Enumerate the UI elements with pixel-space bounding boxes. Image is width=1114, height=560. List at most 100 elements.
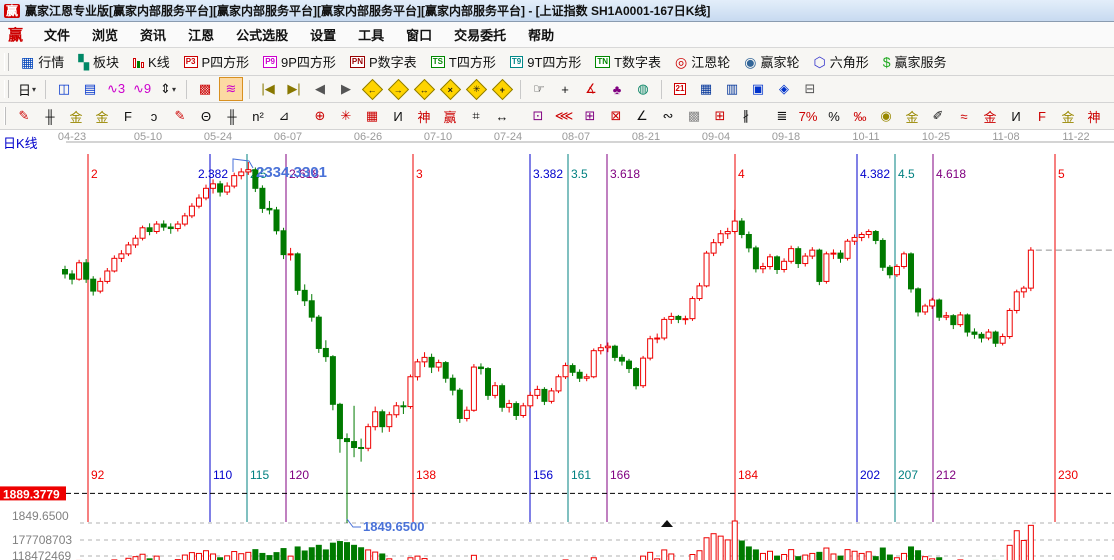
tool-wave-red[interactable]: ≈ [952, 104, 976, 128]
tool-permille[interactable]: ‰ [848, 104, 872, 128]
tool-expand-horizontal[interactable]: ↔ [412, 77, 436, 101]
tool-angle-2[interactable]: ∠ [630, 104, 654, 128]
tool-shen-ruler[interactable]: 神 [412, 104, 436, 128]
tool-dot-grid[interactable]: ▩ [682, 104, 706, 128]
tool-red-grid[interactable]: ⊞ [708, 104, 732, 128]
tool-trend-chart[interactable]: ◫ [52, 77, 76, 101]
tool-gold-ruler[interactable]: 金 [64, 104, 88, 128]
tool-n-line[interactable]: И [1004, 104, 1028, 128]
tool-9p-square[interactable]: P99P四方形 [256, 50, 343, 73]
tool-pattern-box[interactable]: ▩ [193, 77, 217, 101]
tool-pan-left[interactable]: ← [360, 77, 384, 101]
menu-item-help[interactable]: 帮助 [517, 23, 565, 46]
box-tool-icon: ⊡ [533, 108, 544, 124]
tool-pen[interactable]: ✎ [12, 104, 36, 128]
tool-ruler[interactable]: ╫ [38, 104, 62, 128]
candle-body [316, 317, 321, 348]
tool-wave-tool[interactable]: ∾ [656, 104, 680, 128]
tool-winner-wheel[interactable]: ◉赢家轮 [737, 50, 806, 73]
tool-crosshair[interactable]: + [553, 77, 577, 101]
kline-chart-canvas[interactable]: 04-2305-1005-2406-0706-2607-1007-2408-07… [0, 130, 1114, 560]
tool-t-square[interactable]: TST四方形 [424, 50, 503, 73]
tool-ying-line[interactable]: 赢 [1108, 104, 1114, 128]
tool-angle-measure[interactable]: ∡ [579, 77, 603, 101]
tool-percent[interactable]: % [822, 104, 846, 128]
tool-spiral[interactable]: ↄ [142, 104, 166, 128]
tool-ruler-2[interactable]: ╫ [220, 104, 244, 128]
menu-item-file[interactable]: 文件 [33, 23, 81, 46]
tool-sectors[interactable]: ▚板块 [71, 50, 126, 73]
tool-angle-tool[interactable]: ⊿ [272, 104, 296, 128]
tool-p-square[interactable]: P3P四方形 [177, 50, 256, 73]
tool-vertical-tool[interactable]: ⇕▾ [156, 77, 180, 101]
tool-fit-screen[interactable]: + [490, 77, 514, 101]
tool-hexagon[interactable]: ⬡六角形 [806, 50, 875, 73]
tool-save[interactable]: ▣ [746, 77, 770, 101]
tool-calendar[interactable]: 21 [668, 77, 692, 101]
menu-item-tools[interactable]: 工具 [347, 23, 395, 46]
tool-kline[interactable]: K线 [126, 50, 177, 73]
menu-item-formula-stock-pick[interactable]: 公式选股 [225, 23, 299, 46]
tool-n-square[interactable]: n² [246, 104, 270, 128]
tool-t-number-table[interactable]: TNT数字表 [588, 50, 668, 73]
menu-item-browse[interactable]: 浏览 [81, 23, 129, 46]
tool-clover-tool[interactable]: ♣ [605, 77, 629, 101]
tool-expand-all[interactable]: ✳ [464, 77, 488, 101]
tool-circle-cross[interactable]: ⊕ [308, 104, 332, 128]
title-bar[interactable]: 赢 赢家江恩专业版[赢家内部服务平台][赢家内部服务平台][赢家内部服务平台][… [0, 0, 1114, 22]
tool-jump-first[interactable]: |◀ [256, 77, 280, 101]
tool-box-tool[interactable]: ⊡ [526, 104, 550, 128]
tool-gold-red[interactable]: 金 [978, 104, 1002, 128]
menu-item-gann[interactable]: 江恩 [177, 23, 225, 46]
tool-knot-tool[interactable]: ◍ [631, 77, 655, 101]
tool-calculator[interactable]: ▦ [694, 77, 718, 101]
tool-jump-last[interactable]: ▶| [282, 77, 306, 101]
menu-item-news[interactable]: 资讯 [129, 23, 177, 46]
tool-f-line[interactable]: F [1030, 104, 1054, 128]
tool-grid-fan[interactable]: ⊠ [604, 104, 628, 128]
tool-ying-ruler[interactable]: 赢 [438, 104, 462, 128]
tool-grid-123[interactable]: ⌗ [464, 104, 488, 128]
tool-print[interactable]: ⊟ [798, 77, 822, 101]
tool-winner-service[interactable]: $赢家服务 [876, 50, 954, 73]
tool-pen-2[interactable]: ✐ [926, 104, 950, 128]
tool-f-ruler[interactable]: F [116, 104, 140, 128]
tool-volume-mode[interactable]: ≋ [219, 77, 243, 101]
menu-item-settings[interactable]: 设置 [299, 23, 347, 46]
tool-gold-circle[interactable]: ◉ [874, 104, 898, 128]
chart-area[interactable]: 日K线 04-2305-1005-2406-0706-2607-1007-240… [0, 130, 1114, 560]
tool-period-day[interactable]: 日▾ [15, 77, 39, 101]
tool-step-back[interactable]: ◀ [308, 77, 332, 101]
tool-shen-line[interactable]: 神 [1082, 104, 1106, 128]
tool-grid-box[interactable]: ▦ [360, 104, 384, 128]
tool-pan-hand[interactable]: ☞ [527, 77, 551, 101]
menu-item-window[interactable]: 窗口 [395, 23, 443, 46]
tool-info-panel[interactable]: ▤ [78, 77, 102, 101]
tool-wave-9[interactable]: ∿9 [130, 77, 154, 101]
tool-span-tool[interactable]: ↔ [490, 104, 514, 128]
tool-levels[interactable]: ≣ [770, 104, 794, 128]
tool-gold-line[interactable]: 金 [900, 104, 924, 128]
menu-item-trade-entrust[interactable]: 交易委托 [443, 23, 517, 46]
tool-step-forward[interactable]: ▶ [334, 77, 358, 101]
tool-wave-3[interactable]: ∿3 [104, 77, 128, 101]
tool-parallel-lines[interactable]: ∦ [734, 104, 758, 128]
tool-i-tool[interactable]: И [386, 104, 410, 128]
tool-gold-line-2[interactable]: 金 [1056, 104, 1080, 128]
parallel-lines-icon: ∦ [743, 108, 750, 124]
tool-compress[interactable]: × [438, 77, 462, 101]
tool-fan-lines[interactable]: ⋘ [552, 104, 576, 128]
tool-notes[interactable]: ▥ [720, 77, 744, 101]
tool-seven-percent[interactable]: 7% [796, 104, 820, 128]
tool-clock-circle[interactable]: Θ [194, 104, 218, 128]
tool-p-number-table[interactable]: PNP数字表 [343, 50, 424, 73]
tool-fan-box[interactable]: ⊞ [578, 104, 602, 128]
tool-gold-ruler-2[interactable]: 金 [90, 104, 114, 128]
tool-pen-ruler[interactable]: ✎ [168, 104, 192, 128]
tool-quotes[interactable]: ▦行情 [14, 50, 71, 73]
tool-gann-wheel[interactable]: ◎江恩轮 [668, 50, 737, 73]
tool-pan-right[interactable]: → [386, 77, 410, 101]
tool-save-web[interactable]: ◈ [772, 77, 796, 101]
tool-9t-square[interactable]: T99T四方形 [503, 50, 589, 73]
tool-star-burst[interactable]: ✳ [334, 104, 358, 128]
